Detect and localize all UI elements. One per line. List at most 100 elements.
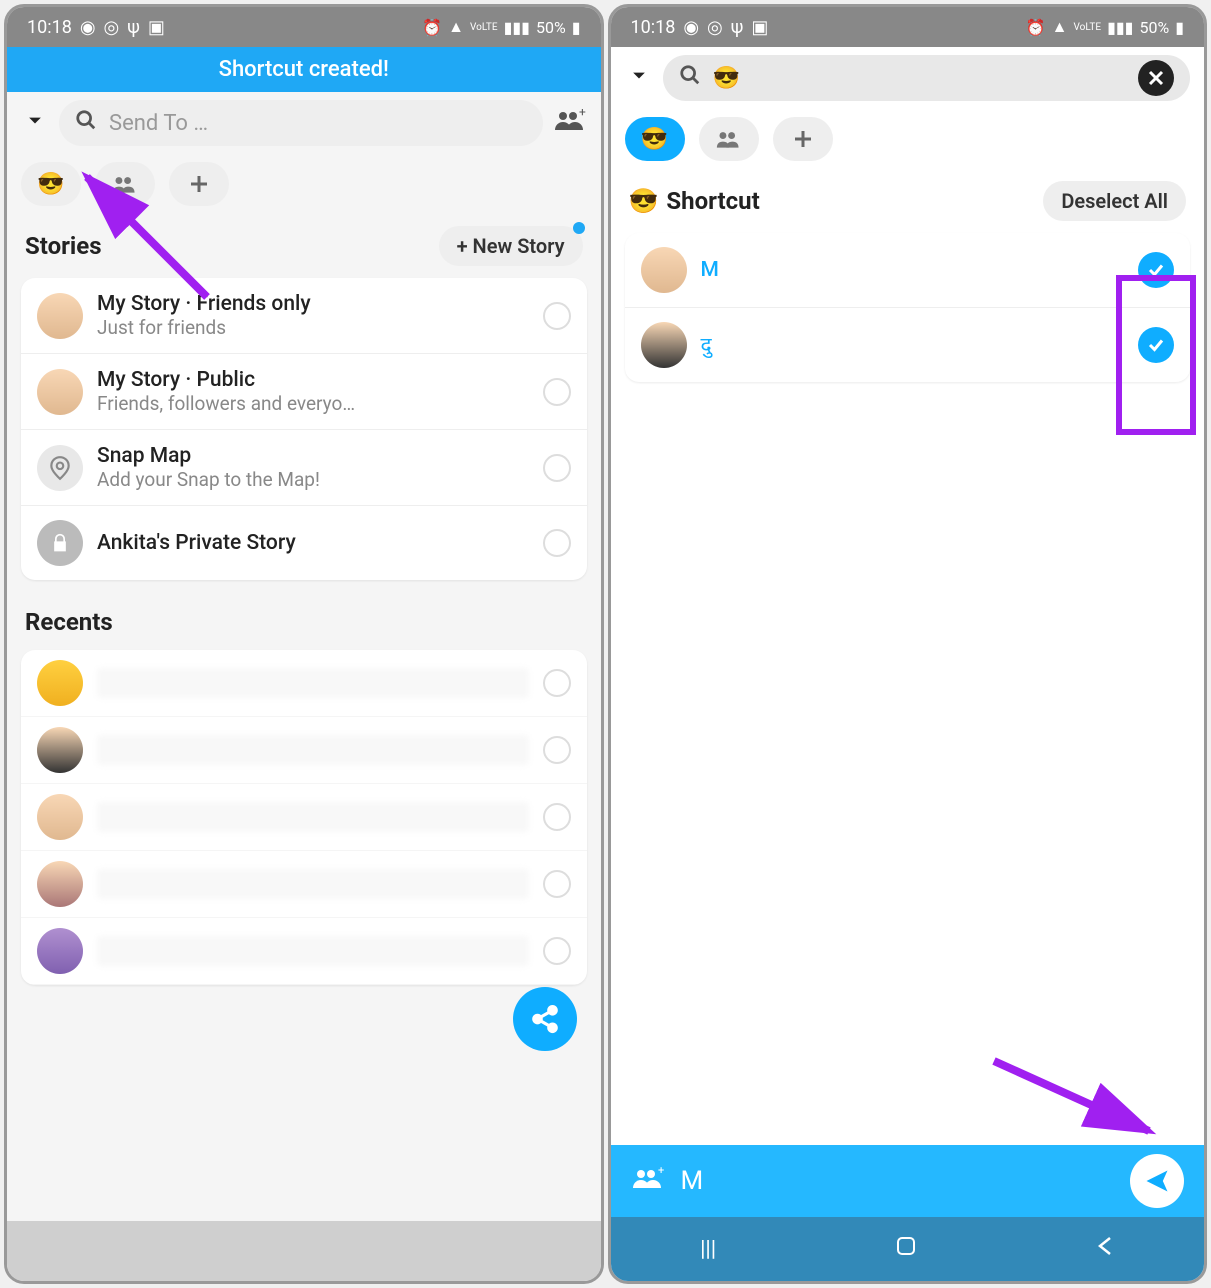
- recent-row[interactable]: [21, 851, 587, 918]
- wifi-icon: ▲: [448, 17, 464, 37]
- story-row-private[interactable]: Ankita's Private Story: [21, 506, 587, 580]
- phone-right: 10:18 ◉ ◎ ψ ▣ ⏰ ▲ VoLTE ▮▮▮ 50% ▮ 😎: [608, 4, 1208, 1284]
- filter-chips: 😎: [611, 109, 1205, 169]
- avatar: [37, 727, 83, 773]
- search-placeholder: Send To …: [109, 111, 208, 136]
- shortcut-section-header: 😎 Shortcut Deselect All: [611, 169, 1205, 227]
- groups-chip[interactable]: [95, 162, 155, 206]
- chevron-down-icon[interactable]: [21, 106, 49, 141]
- instagram-icon: ◎: [707, 17, 723, 38]
- bottom-blur: [7, 1221, 601, 1281]
- alarm-icon: ⏰: [1026, 18, 1046, 37]
- add-group-icon[interactable]: +: [553, 106, 587, 140]
- search-value: 😎: [713, 66, 740, 91]
- stories-section-header: Stories + New Story: [7, 214, 601, 272]
- chevron-down-icon[interactable]: [625, 61, 653, 96]
- send-to-header: Send To … +: [7, 92, 601, 154]
- battery-text: 50%: [536, 18, 566, 37]
- recents-nav-icon[interactable]: |||: [700, 1237, 716, 1262]
- selected-check-icon[interactable]: [1138, 252, 1174, 288]
- avatar: [37, 794, 83, 840]
- signal-icon: ▮▮▮: [504, 18, 530, 37]
- avatar: [641, 247, 687, 293]
- shortcut-title: 😎 Shortcut: [629, 187, 760, 215]
- blurred-name: [97, 802, 529, 832]
- select-radio[interactable]: [543, 736, 571, 764]
- blurred-name: [97, 668, 529, 698]
- battery-icon: ▮: [1175, 18, 1184, 37]
- shortcut-created-banner: Shortcut created!: [7, 47, 601, 92]
- usb-icon: ψ: [731, 17, 744, 38]
- new-story-button[interactable]: + New Story: [439, 226, 583, 266]
- select-radio[interactable]: [543, 529, 571, 557]
- story-row-public[interactable]: My Story · Public Friends, followers and…: [21, 354, 587, 430]
- battery-icon: ▮: [572, 18, 581, 37]
- add-chip[interactable]: [169, 162, 229, 206]
- story-row-friends[interactable]: My Story · Friends only Just for friends: [21, 278, 587, 354]
- groups-chip[interactable]: [699, 117, 759, 161]
- svg-text:+: +: [579, 106, 586, 119]
- selected-check-icon[interactable]: [1138, 327, 1174, 363]
- shortcut-emoji-chip[interactable]: 😎: [625, 117, 685, 161]
- select-radio[interactable]: [543, 378, 571, 406]
- search-field[interactable]: 😎: [663, 55, 1191, 101]
- avatar: [37, 660, 83, 706]
- instagram-icon: ◎: [104, 17, 120, 38]
- gallery-icon: ▣: [148, 17, 165, 38]
- blurred-name: [97, 735, 529, 765]
- notification-dot: [573, 222, 585, 234]
- recent-row[interactable]: [21, 650, 587, 717]
- deselect-all-button[interactable]: Deselect All: [1043, 181, 1186, 221]
- lte-icon: VoLTE: [1074, 22, 1102, 33]
- avatar: [641, 322, 687, 368]
- search-header: 😎: [611, 47, 1205, 109]
- send-preview-text: M: [681, 1166, 704, 1196]
- select-radio[interactable]: [543, 454, 571, 482]
- status-bar: 10:18 ◉ ◎ ψ ▣ ⏰ ▲ VoLTE ▮▮▮ 50% ▮: [7, 7, 601, 47]
- phone-left: 10:18 ◉ ◎ ψ ▣ ⏰ ▲ VoLTE ▮▮▮ 50% ▮ Shortc…: [4, 4, 604, 1284]
- search-field[interactable]: Send To …: [59, 100, 543, 146]
- signal-icon: ▮▮▮: [1107, 18, 1133, 37]
- gallery-icon: ▣: [751, 17, 768, 38]
- select-radio[interactable]: [543, 870, 571, 898]
- usb-icon: ψ: [127, 17, 140, 38]
- avatar: [37, 369, 83, 415]
- whatsapp-icon: ◉: [683, 17, 699, 38]
- recent-row[interactable]: [21, 918, 587, 985]
- add-group-icon[interactable]: +: [631, 1164, 665, 1199]
- share-fab[interactable]: [513, 987, 577, 1051]
- lte-icon: VoLTE: [470, 22, 498, 33]
- recent-row[interactable]: [21, 784, 587, 851]
- lock-icon: [37, 520, 83, 566]
- recents-card: [21, 650, 587, 985]
- member-row[interactable]: दु: [625, 308, 1191, 382]
- avatar: [37, 293, 83, 339]
- blurred-name: [97, 936, 529, 966]
- stories-card: My Story · Friends only Just for friends…: [21, 278, 587, 580]
- shortcut-members-card: M दु: [625, 233, 1191, 382]
- send-bar: + M: [611, 1145, 1205, 1217]
- add-chip[interactable]: [773, 117, 833, 161]
- status-time: 10:18: [27, 17, 72, 38]
- android-nav-bar: |||: [611, 1217, 1205, 1281]
- recent-row[interactable]: [21, 717, 587, 784]
- back-nav-icon[interactable]: [1096, 1235, 1114, 1263]
- avatar: [37, 928, 83, 974]
- member-row[interactable]: M: [625, 233, 1191, 308]
- select-radio[interactable]: [543, 803, 571, 831]
- send-button[interactable]: [1130, 1154, 1184, 1208]
- status-bar: 10:18 ◉ ◎ ψ ▣ ⏰ ▲ VoLTE ▮▮▮ 50% ▮: [611, 7, 1205, 47]
- clear-search-button[interactable]: [1138, 60, 1174, 96]
- svg-text:+: +: [658, 1164, 664, 1177]
- home-nav-icon[interactable]: [895, 1235, 917, 1263]
- search-icon: [679, 64, 701, 92]
- filter-chips: 😎: [7, 154, 601, 214]
- map-pin-icon: [37, 445, 83, 491]
- select-radio[interactable]: [543, 669, 571, 697]
- status-time: 10:18: [631, 17, 676, 38]
- select-radio[interactable]: [543, 302, 571, 330]
- shortcut-emoji-chip[interactable]: 😎: [21, 162, 81, 206]
- select-radio[interactable]: [543, 937, 571, 965]
- recents-title: Recents: [7, 586, 601, 644]
- story-row-snapmap[interactable]: Snap Map Add your Snap to the Map!: [21, 430, 587, 506]
